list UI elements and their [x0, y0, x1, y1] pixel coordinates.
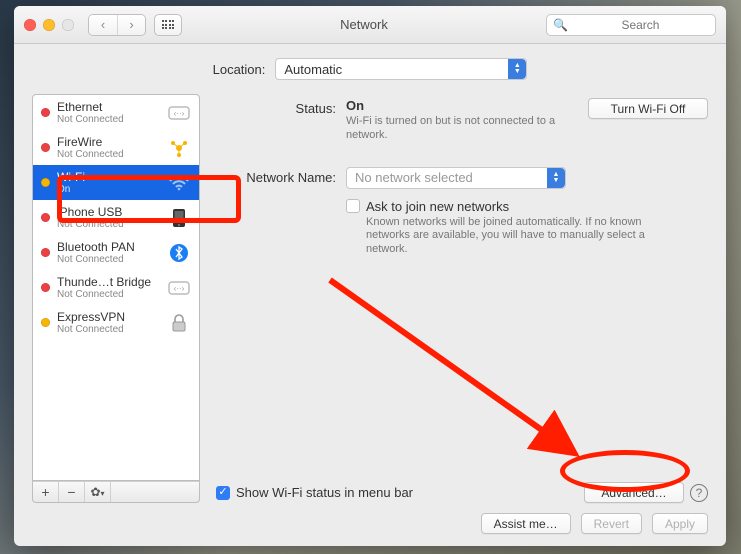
service-list[interactable]: Ethernet Not Connected ‹··› FireWire Not…: [32, 94, 200, 481]
close-window-button[interactable]: [24, 19, 36, 31]
checkbox-icon: [346, 199, 360, 213]
checkbox-icon: [216, 486, 230, 500]
service-list-footer: + − ✿▾: [32, 481, 200, 503]
minimize-window-button[interactable]: [43, 19, 55, 31]
sidebar-item-label: Bluetooth PAN: [57, 240, 160, 254]
turn-wifi-off-button[interactable]: Turn Wi-Fi Off: [588, 98, 708, 119]
sidebar-item-firewire[interactable]: FireWire Not Connected: [33, 130, 199, 165]
sidebar-item-sub: On: [57, 184, 160, 195]
sidebar-item-bluetooth[interactable]: Bluetooth PAN Not Connected: [33, 235, 199, 270]
help-button[interactable]: ?: [690, 484, 708, 502]
network-name-popup[interactable]: No network selected ▲▼: [346, 167, 566, 189]
show-status-label: Show Wi-Fi status in menu bar: [236, 485, 413, 500]
wifi-icon: [167, 172, 191, 194]
sidebar-item-expressvpn[interactable]: ExpressVPN Not Connected: [33, 305, 199, 340]
svg-text:‹··›: ‹··›: [174, 284, 185, 293]
status-dot: [41, 108, 50, 117]
status-dot: [41, 318, 50, 327]
main-row: Ethernet Not Connected ‹··› FireWire Not…: [32, 94, 708, 503]
network-name-label: Network Name:: [216, 167, 346, 257]
window-title: Network: [190, 17, 538, 32]
sidebar-item-sub: Not Connected: [57, 324, 160, 335]
sidebar-item-sub: Not Connected: [57, 149, 160, 160]
popup-arrows-icon: ▲▼: [508, 59, 526, 79]
status-dot: [41, 143, 50, 152]
advanced-button[interactable]: Advanced…: [584, 482, 684, 503]
location-label: Location:: [213, 62, 266, 77]
content: Location: Automatic ▲▼ Ethernet Not Conn…: [14, 44, 726, 546]
status-desc: Wi-Fi is turned on but is not connected …: [346, 115, 570, 143]
status-dot: [41, 248, 50, 257]
assist-me-button[interactable]: Assist me…: [481, 513, 571, 534]
sidebar-item-sub: Not Connected: [57, 254, 160, 265]
sidebar-item-thunderbolt[interactable]: Thunde…t Bridge Not Connected ‹··›: [33, 270, 199, 305]
sidebar-item-iphone-usb[interactable]: iPhone USB Not Connected: [33, 200, 199, 235]
bluetooth-icon: [167, 242, 191, 264]
network-name-selected: No network selected: [355, 170, 473, 185]
apply-button[interactable]: Apply: [652, 513, 708, 534]
sidebar-item-label: Wi-Fi: [57, 170, 160, 184]
status-dot: [41, 283, 50, 292]
location-row: Location: Automatic ▲▼: [32, 58, 708, 80]
sidebar-item-wifi[interactable]: Wi-Fi On: [33, 165, 199, 200]
sidebar-item-label: ExpressVPN: [57, 310, 160, 324]
lock-icon: [167, 312, 191, 334]
ethernet-icon: ‹··›: [167, 277, 191, 299]
sidebar-item-label: iPhone USB: [57, 205, 160, 219]
sidebar-item-ethernet[interactable]: Ethernet Not Connected ‹··›: [33, 95, 199, 130]
status-dot: [41, 178, 50, 187]
gear-icon: ✿▾: [90, 485, 104, 499]
footer-buttons: Assist me… Revert Apply: [32, 513, 708, 534]
firewire-icon: [167, 137, 191, 159]
search-field[interactable]: 🔍: [546, 14, 716, 36]
sidebar-item-sub: Not Connected: [57, 219, 160, 230]
sidebar: Ethernet Not Connected ‹··› FireWire Not…: [32, 94, 200, 503]
popup-arrows-icon: ▲▼: [547, 168, 565, 188]
show-all-button[interactable]: [154, 14, 182, 36]
status-label: Status:: [216, 98, 346, 143]
location-selected: Automatic: [284, 62, 342, 77]
ask-to-join-checkbox[interactable]: Ask to join new networks: [346, 199, 708, 214]
window-controls: [24, 19, 74, 31]
status-dot: [41, 213, 50, 222]
svg-text:‹··›: ‹··›: [174, 109, 185, 118]
search-icon: 🔍: [553, 18, 568, 32]
sidebar-item-label: Thunde…t Bridge: [57, 275, 160, 289]
status-value: On: [346, 98, 570, 113]
search-input[interactable]: [572, 18, 709, 32]
forward-button[interactable]: ›: [117, 15, 145, 35]
network-prefs-window: ‹ › Network 🔍 Location: Automatic ▲▼: [14, 6, 726, 546]
titlebar: ‹ › Network 🔍: [14, 6, 726, 44]
grid-icon: [162, 20, 175, 29]
sidebar-item-label: Ethernet: [57, 100, 160, 114]
add-service-button[interactable]: +: [33, 482, 59, 502]
detail-pane: Status: On Wi-Fi is turned on but is not…: [216, 94, 708, 503]
zoom-window-button[interactable]: [62, 19, 74, 31]
back-button[interactable]: ‹: [89, 15, 117, 35]
sidebar-item-sub: Not Connected: [57, 114, 160, 125]
revert-button[interactable]: Revert: [581, 513, 642, 534]
iphone-icon: [167, 207, 191, 229]
remove-service-button[interactable]: −: [59, 482, 85, 502]
ethernet-icon: ‹··›: [167, 102, 191, 124]
location-popup[interactable]: Automatic ▲▼: [275, 58, 527, 80]
nav-segmented: ‹ ›: [88, 14, 146, 36]
show-status-checkbox[interactable]: Show Wi-Fi status in menu bar: [216, 485, 413, 500]
sidebar-item-sub: Not Connected: [57, 289, 160, 300]
sidebar-item-label: FireWire: [57, 135, 160, 149]
ask-to-join-desc: Known networks will be joined automatica…: [366, 216, 646, 257]
service-actions-button[interactable]: ✿▾: [85, 482, 111, 502]
ask-to-join-label: Ask to join new networks: [366, 199, 509, 214]
